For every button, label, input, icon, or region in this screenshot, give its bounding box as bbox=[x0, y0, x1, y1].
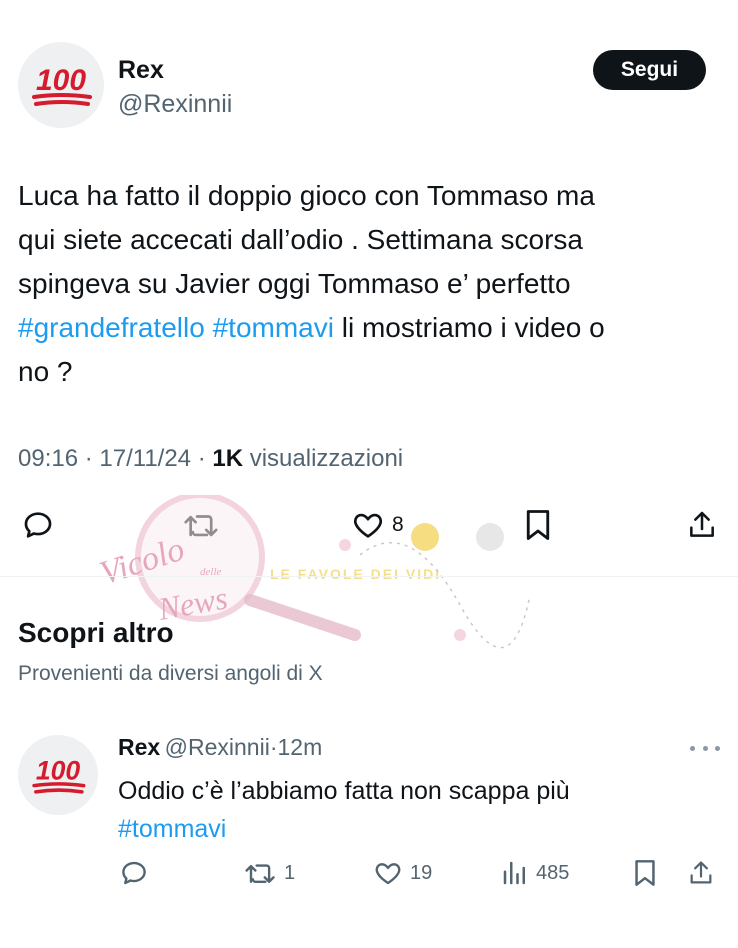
reply-icon bbox=[122, 861, 146, 885]
tweet-line: no ? bbox=[18, 356, 73, 387]
reply-line: Oddio c’è l’abbiamo fatta non scappa più bbox=[118, 777, 570, 805]
reply-author-handle[interactable]: @Rexinnii bbox=[165, 734, 270, 760]
separator-dot: · bbox=[269, 734, 278, 760]
like-count: 19 bbox=[410, 861, 433, 884]
tweet-line: #grandefratello #tommavi li mostriamo i … bbox=[18, 306, 723, 350]
like-count: 8 bbox=[392, 513, 404, 536]
share-icon bbox=[690, 511, 714, 537]
heart-icon bbox=[375, 863, 401, 885]
views-count: 485 bbox=[536, 861, 570, 884]
views-label: visualizzazioni bbox=[249, 445, 404, 472]
retweet-count: 1 bbox=[284, 861, 296, 884]
like-button[interactable]: 8 bbox=[350, 505, 426, 545]
reply-bookmark-button[interactable] bbox=[628, 855, 662, 891]
reply-time[interactable]: 12m bbox=[278, 734, 323, 760]
reply-header: Rex @Rexinnii·12m bbox=[118, 734, 322, 761]
tweet-time[interactable]: 09:16 bbox=[18, 445, 78, 472]
reply-author-avatar[interactable]: 100 bbox=[18, 735, 98, 815]
reply-retweet-button[interactable]: 1 bbox=[244, 855, 314, 891]
more-icon-dot bbox=[715, 745, 720, 751]
more-options-button[interactable] bbox=[690, 738, 720, 758]
reply-reply-button[interactable] bbox=[116, 855, 152, 891]
reply-author-name[interactable]: Rex bbox=[118, 734, 160, 760]
tweet-text-fragment: li mostriamo i video o bbox=[341, 312, 605, 343]
retweet-icon bbox=[184, 515, 218, 537]
hashtag-link[interactable]: #tommavi bbox=[118, 810, 718, 848]
svg-text:100: 100 bbox=[36, 755, 81, 785]
section-subtitle: Provenienti da diversi angoli di X bbox=[18, 662, 323, 685]
hashtag-link[interactable]: #grandefratello bbox=[18, 312, 205, 343]
share-button[interactable] bbox=[682, 505, 722, 545]
share-icon bbox=[690, 861, 712, 884]
reply-views-button[interactable]: 485 bbox=[500, 855, 590, 891]
author-name[interactable]: Rex bbox=[118, 56, 164, 85]
tweet-date[interactable]: 17/11/24 bbox=[99, 445, 191, 472]
author-handle[interactable]: @Rexinnii bbox=[118, 90, 232, 119]
reply-button[interactable] bbox=[18, 505, 58, 545]
bookmark-icon bbox=[635, 860, 655, 886]
watermark-text: Vicolo bbox=[95, 531, 188, 593]
watermark-strip: LE FAVOLE DEI VIDI bbox=[270, 566, 441, 582]
bookmark-button[interactable] bbox=[518, 505, 558, 545]
bookmark-icon bbox=[526, 510, 550, 540]
author-avatar[interactable]: 100 bbox=[18, 42, 104, 128]
heart-icon bbox=[353, 513, 383, 538]
section-title: Scopri altro bbox=[18, 617, 174, 648]
more-icon bbox=[690, 745, 695, 751]
views-chart-icon bbox=[503, 861, 525, 885]
tweet-meta: 09:16 · 17/11/24 · 1K visualizzazioni bbox=[18, 445, 404, 472]
tweet-line: qui siete accecati dall’odio . Settimana… bbox=[18, 224, 583, 255]
hashtag-link[interactable]: #tommavi bbox=[213, 312, 334, 343]
retweet-icon bbox=[245, 864, 275, 883]
tweet-line: Luca ha fatto il doppio gioco con Tommas… bbox=[18, 180, 595, 211]
more-icon-dot bbox=[702, 745, 708, 751]
tweet-text: Luca ha fatto il doppio gioco con Tommas… bbox=[18, 174, 723, 394]
retweet-button[interactable] bbox=[180, 505, 224, 545]
hundred-points-icon: 100 bbox=[32, 755, 86, 794]
reply-text: Oddio c’è l’abbiamo fatta non scappa più… bbox=[118, 772, 718, 848]
section-divider bbox=[0, 576, 738, 577]
follow-button[interactable]: Segui bbox=[593, 50, 706, 90]
tweet-line: spingeva su Javier oggi Tommaso e’ perfe… bbox=[18, 268, 571, 299]
reply-like-button[interactable]: 19 bbox=[372, 855, 452, 891]
views-count: 1K bbox=[212, 445, 244, 472]
reply-share-button[interactable] bbox=[684, 855, 718, 891]
reply-icon bbox=[24, 512, 52, 538]
hundred-points-icon: 100 bbox=[32, 64, 92, 106]
svg-text:100: 100 bbox=[36, 64, 86, 97]
